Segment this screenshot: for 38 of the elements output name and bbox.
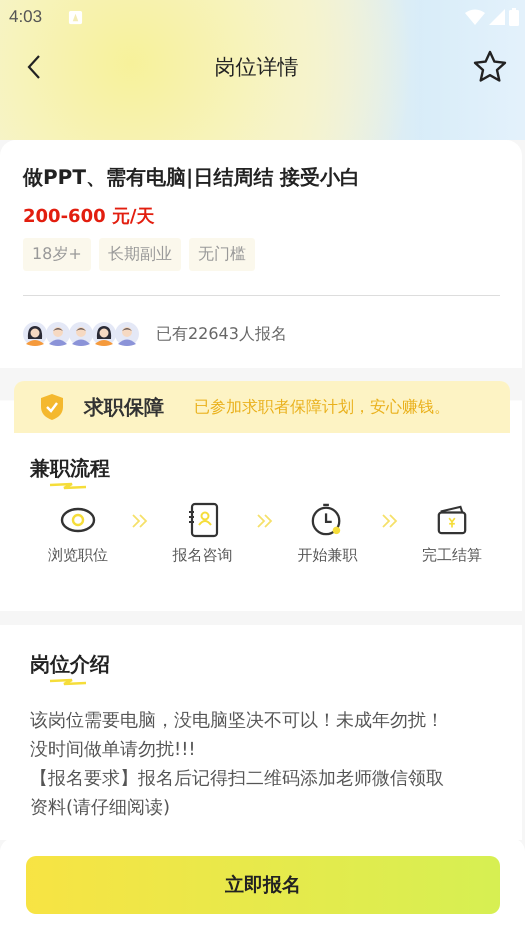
guarantee-text: 已参加求职者保障计划，安心赚钱。: [194, 396, 450, 418]
step-label: 完工结算: [422, 546, 482, 565]
avatar-icon: [23, 322, 47, 346]
status-time: 4:03: [9, 7, 42, 27]
back-icon[interactable]: [27, 54, 41, 80]
guarantee-title: 求职保障: [84, 394, 164, 420]
shield-icon: [40, 393, 64, 421]
job-tag: 18岁+: [23, 238, 91, 271]
page-title: 岗位详情: [214, 54, 298, 81]
avatar-icon: [115, 322, 139, 346]
step-label: 浏览职位: [48, 546, 108, 565]
step-label: 报名咨询: [172, 546, 233, 565]
wifi-icon: [465, 9, 485, 25]
avatar-icon: [69, 322, 93, 346]
double-chevron-icon: [380, 514, 399, 528]
applicant-count: 已有22643人报名: [156, 324, 287, 344]
double-chevron-icon: [256, 514, 274, 528]
section-title: 岗位介绍: [30, 651, 110, 678]
contact-book-icon: [186, 502, 219, 538]
underline-icon: [48, 678, 88, 686]
section-title: 兼职流程: [30, 455, 110, 482]
description-line: 该岗位需要电脑，没电脑坚决不可以！未成年勿扰！: [30, 709, 445, 733]
job-tag: 长期副业: [98, 238, 181, 271]
step-label: 开始兼职: [297, 546, 358, 565]
battery-icon: [509, 8, 519, 26]
avatar-icon: [46, 322, 70, 346]
apply-button[interactable]: 立即报名: [26, 856, 500, 914]
notification-icon: [68, 10, 84, 24]
description-line: 没时间做单请勿扰!!!: [30, 738, 197, 762]
salary: 200-600 元/天: [23, 205, 156, 228]
job-tag: 无门槛: [188, 238, 255, 271]
description-line: 【报名要求】报名后记得扫二维码添加老师微信领取: [30, 767, 445, 791]
underline-icon: [48, 482, 88, 490]
description-line: 资料(请仔细阅读): [30, 796, 172, 820]
avatar-icon: [92, 322, 116, 346]
signal-icon: [489, 9, 505, 25]
job-title: 做PPT、需有电脑|日结周结 接受小白: [23, 164, 362, 191]
double-chevron-icon: [131, 514, 150, 528]
